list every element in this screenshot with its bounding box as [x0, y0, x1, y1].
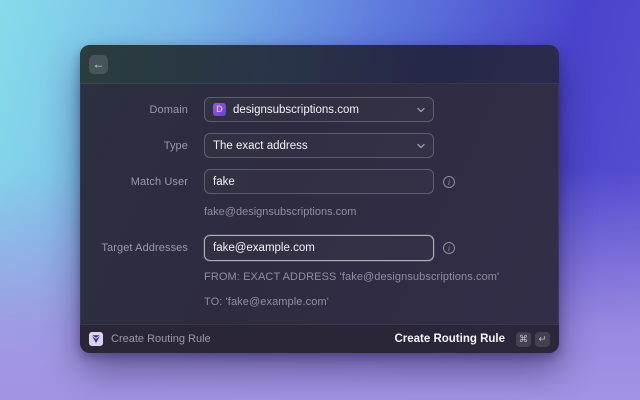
command-key-icon: ⌘ — [516, 332, 531, 347]
target-addresses-input[interactable] — [204, 235, 434, 261]
action-bar: Create Routing Rule Create Routing Rule … — [80, 324, 559, 353]
primary-action-button[interactable]: Create Routing Rule — [394, 333, 505, 345]
domain-row: Domain D designsubscriptions.com — [80, 97, 559, 122]
match-user-helper-text: fake@designsubscriptions.com — [204, 206, 356, 218]
titlebar: ← — [80, 45, 559, 84]
domain-select[interactable]: D designsubscriptions.com — [204, 97, 434, 122]
action-bar-right: Create Routing Rule ⌘ ↵ — [394, 332, 550, 347]
create-routing-rule-form: Domain D designsubscriptions.com Type Th… — [80, 84, 559, 308]
back-button[interactable]: ← — [89, 55, 108, 74]
type-row: Type The exact address — [80, 133, 559, 158]
back-arrow-icon: ← — [93, 57, 105, 71]
routing-rule-window: ← Domain D designsubscriptions.com Type … — [80, 45, 559, 353]
match-user-input[interactable] — [204, 169, 434, 194]
type-select-value: The exact address — [213, 140, 308, 152]
extension-logo-icon — [89, 332, 103, 346]
target-addresses-row: Target Addresses i — [80, 235, 559, 261]
type-label: Type — [80, 140, 188, 152]
domain-favicon-icon: D — [213, 103, 226, 116]
match-user-label: Match User — [80, 176, 188, 188]
chevron-down-icon — [416, 141, 426, 151]
target-addresses-label: Target Addresses — [80, 242, 188, 254]
match-user-helper-row: fake@designsubscriptions.com — [204, 202, 559, 220]
action-bar-left: Create Routing Rule — [89, 332, 394, 346]
info-icon[interactable]: i — [443, 176, 455, 188]
rule-to-line: TO: 'fake@example.com' — [204, 296, 559, 308]
match-user-row: Match User i — [80, 169, 559, 194]
info-icon[interactable]: i — [443, 242, 455, 254]
extension-name: Create Routing Rule — [111, 333, 211, 345]
type-select[interactable]: The exact address — [204, 133, 434, 158]
domain-label: Domain — [80, 104, 188, 116]
domain-select-value: designsubscriptions.com — [233, 104, 359, 116]
chevron-down-icon — [416, 105, 426, 115]
enter-key-icon: ↵ — [535, 332, 550, 347]
rule-from-line: FROM: EXACT ADDRESS 'fake@designsubscrip… — [204, 271, 559, 283]
